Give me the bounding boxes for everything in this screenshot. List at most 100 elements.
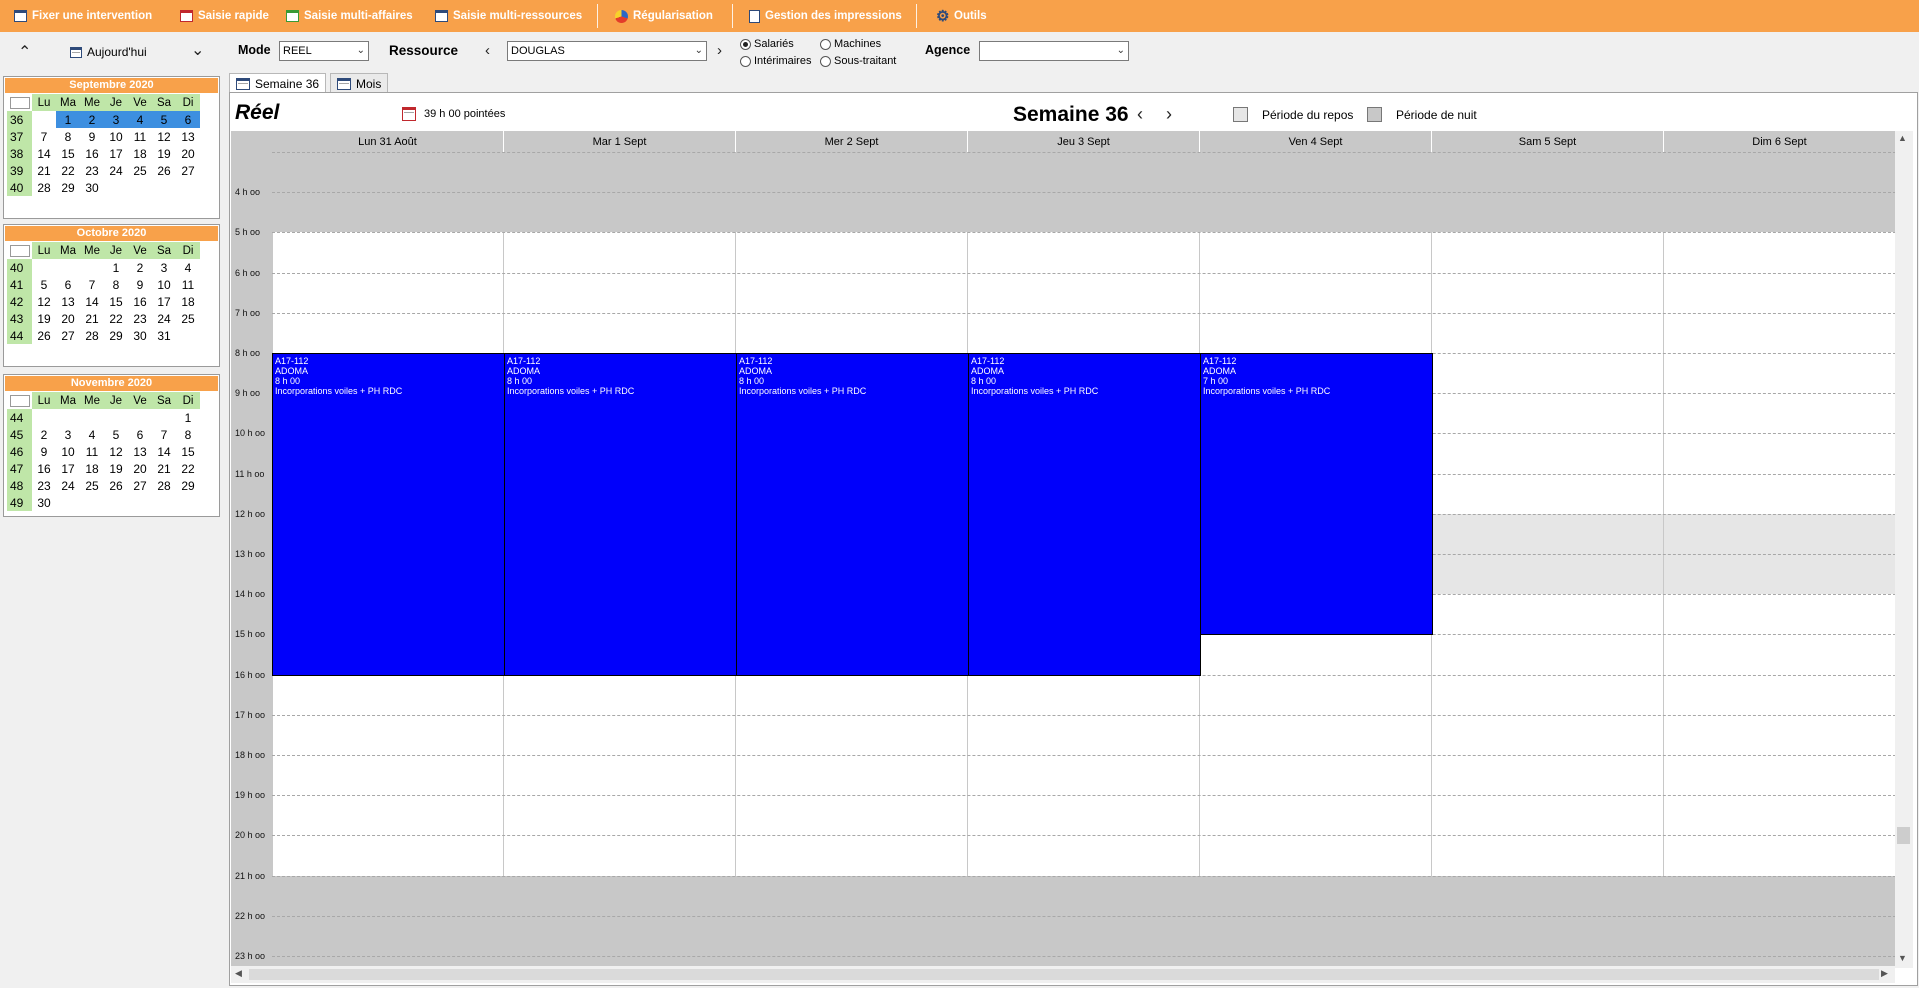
calendar-day[interactable]: 16 xyxy=(128,293,152,310)
calendar-day[interactable]: 8 xyxy=(56,128,80,145)
calendar-day[interactable]: 11 xyxy=(128,128,152,145)
calendar-day[interactable]: 12 xyxy=(152,128,176,145)
calendar-day[interactable]: 15 xyxy=(176,443,200,460)
radio-machines[interactable]: Machines xyxy=(820,38,881,50)
calendar-day[interactable]: 27 xyxy=(176,162,200,179)
week-number[interactable]: 49 xyxy=(7,494,32,511)
calendar-day[interactable]: 4 xyxy=(80,426,104,443)
calendar-day[interactable]: 14 xyxy=(80,293,104,310)
calendar-day[interactable]: 6 xyxy=(176,111,200,128)
next-week-button[interactable]: › xyxy=(1166,104,1172,125)
week-number[interactable]: 40 xyxy=(7,259,32,276)
calendar-day[interactable]: 22 xyxy=(104,310,128,327)
tools-button[interactable]: ⚙ Outils xyxy=(936,0,987,32)
calendar-day[interactable]: 22 xyxy=(56,162,80,179)
calendar-day[interactable]: 2 xyxy=(80,111,104,128)
calendar-day[interactable]: 1 xyxy=(176,409,200,426)
calendar-day[interactable]: 16 xyxy=(80,145,104,162)
calendar-day[interactable]: 9 xyxy=(128,276,152,293)
resource-select[interactable]: DOUGLAS ⌄ xyxy=(507,41,707,61)
calendar-day[interactable]: 20 xyxy=(56,310,80,327)
calendar-day[interactable]: 12 xyxy=(32,293,56,310)
calendar-day[interactable]: 20 xyxy=(176,145,200,162)
scroll-left-icon[interactable]: ◀ xyxy=(235,968,242,979)
calendar-day[interactable]: 16 xyxy=(32,460,56,477)
calendar-day[interactable]: 28 xyxy=(152,477,176,494)
calendar-day[interactable]: 28 xyxy=(80,327,104,344)
previous-week-button[interactable]: ‹ xyxy=(1137,104,1143,125)
multi-business-entry-button[interactable]: Saisie multi-affaires xyxy=(286,0,413,32)
mode-select[interactable]: REEL ⌄ xyxy=(279,41,369,61)
week-number[interactable]: 40 xyxy=(7,179,32,196)
week-number[interactable]: 43 xyxy=(7,310,32,327)
calendar-day[interactable]: 21 xyxy=(80,310,104,327)
day-column-header[interactable]: Lun 31 Août xyxy=(272,131,504,152)
chevron-up-icon[interactable]: ⌃ xyxy=(18,42,31,62)
intervention-block[interactable]: A17-112 ADOMA 8 h 00 Incorporations voiles … xyxy=(968,353,1201,676)
week-number[interactable]: 37 xyxy=(7,128,32,145)
day-column-header[interactable]: Jeu 3 Sept xyxy=(968,131,1200,152)
vertical-scrollbar[interactable]: ▲ ▼ xyxy=(1895,131,1913,968)
calendar-day[interactable]: 26 xyxy=(104,477,128,494)
tab-week[interactable]: Semaine 36 xyxy=(229,73,327,93)
calendar-day[interactable]: 7 xyxy=(32,128,56,145)
calendar-day[interactable]: 11 xyxy=(80,443,104,460)
radio-interimaires[interactable]: Intérimaires xyxy=(740,55,811,67)
calendar-day[interactable]: 18 xyxy=(80,460,104,477)
day-column-header[interactable]: Ven 4 Sept xyxy=(1200,131,1432,152)
calendar-day[interactable]: 15 xyxy=(56,145,80,162)
week-number[interactable]: 39 xyxy=(7,162,32,179)
calendar-day[interactable]: 4 xyxy=(128,111,152,128)
calendar-day[interactable]: 11 xyxy=(176,276,200,293)
calendar-day[interactable]: 3 xyxy=(56,426,80,443)
calendar-day[interactable]: 6 xyxy=(56,276,80,293)
calendar-day[interactable]: 6 xyxy=(128,426,152,443)
scroll-down-icon[interactable]: ▼ xyxy=(1898,953,1907,963)
calendar-day[interactable]: 14 xyxy=(32,145,56,162)
calendar-day[interactable]: 1 xyxy=(56,111,80,128)
intervention-block[interactable]: A17-112 ADOMA 8 h 00 Incorporations voiles … xyxy=(736,353,969,676)
chevron-down-icon[interactable]: ⌄ xyxy=(191,40,204,60)
radio-sous-traitant[interactable]: Sous-traitant xyxy=(820,55,896,67)
calendar-day[interactable]: 7 xyxy=(152,426,176,443)
calendar-day[interactable]: 28 xyxy=(32,179,56,196)
week-number[interactable]: 46 xyxy=(7,443,32,460)
calendar-day[interactable]: 19 xyxy=(104,460,128,477)
calendar-day[interactable]: 25 xyxy=(176,310,200,327)
calendar-day[interactable]: 5 xyxy=(104,426,128,443)
fix-intervention-button[interactable]: Fixer une intervention xyxy=(14,0,152,32)
calendar-day[interactable]: 29 xyxy=(56,179,80,196)
calendar-day[interactable]: 26 xyxy=(152,162,176,179)
week-grid[interactable]: Lun 31 Août Mar 1 Sept Mer 2 Sept Jeu 3 Sep… xyxy=(231,131,1895,968)
multi-resource-entry-button[interactable]: Saisie multi-ressources xyxy=(435,0,582,32)
horizontal-scrollbar[interactable]: ◀ ▶ xyxy=(231,966,1895,983)
calendar-day[interactable]: 30 xyxy=(80,179,104,196)
calendar-day[interactable]: 18 xyxy=(176,293,200,310)
calendar-day[interactable]: 19 xyxy=(32,310,56,327)
calendar-day[interactable]: 25 xyxy=(128,162,152,179)
calendar-day[interactable]: 19 xyxy=(152,145,176,162)
scroll-thumb[interactable] xyxy=(249,969,1879,980)
intervention-block[interactable]: A17-112 ADOMA 8 h 00 Incorporations voiles … xyxy=(504,353,737,676)
calendar-day[interactable]: 13 xyxy=(56,293,80,310)
calendar-day[interactable]: 17 xyxy=(104,145,128,162)
calendar-day[interactable]: 23 xyxy=(32,477,56,494)
week-number[interactable]: 47 xyxy=(7,460,32,477)
intervention-block[interactable]: A17-112 ADOMA 7 h 00 Incorporations voiles … xyxy=(1200,353,1433,636)
quick-entry-button[interactable]: Saisie rapide xyxy=(180,0,269,32)
week-number[interactable]: 38 xyxy=(7,145,32,162)
calendar-day[interactable]: 10 xyxy=(152,276,176,293)
scroll-right-icon[interactable]: ▶ xyxy=(1881,968,1888,979)
calendar-day[interactable]: 30 xyxy=(32,494,56,511)
scroll-up-icon[interactable]: ▲ xyxy=(1898,133,1907,143)
calendar-day[interactable]: 29 xyxy=(104,327,128,344)
day-column-header[interactable]: Mer 2 Sept xyxy=(736,131,968,152)
calendar-day[interactable]: 23 xyxy=(80,162,104,179)
calendar-day[interactable]: 24 xyxy=(152,310,176,327)
calendar-day[interactable]: 5 xyxy=(32,276,56,293)
calendar-day[interactable]: 3 xyxy=(152,259,176,276)
calendar-day[interactable]: 4 xyxy=(176,259,200,276)
calendar-day[interactable]: 5 xyxy=(152,111,176,128)
week-number[interactable]: 44 xyxy=(7,327,32,344)
calendar-day[interactable]: 15 xyxy=(104,293,128,310)
